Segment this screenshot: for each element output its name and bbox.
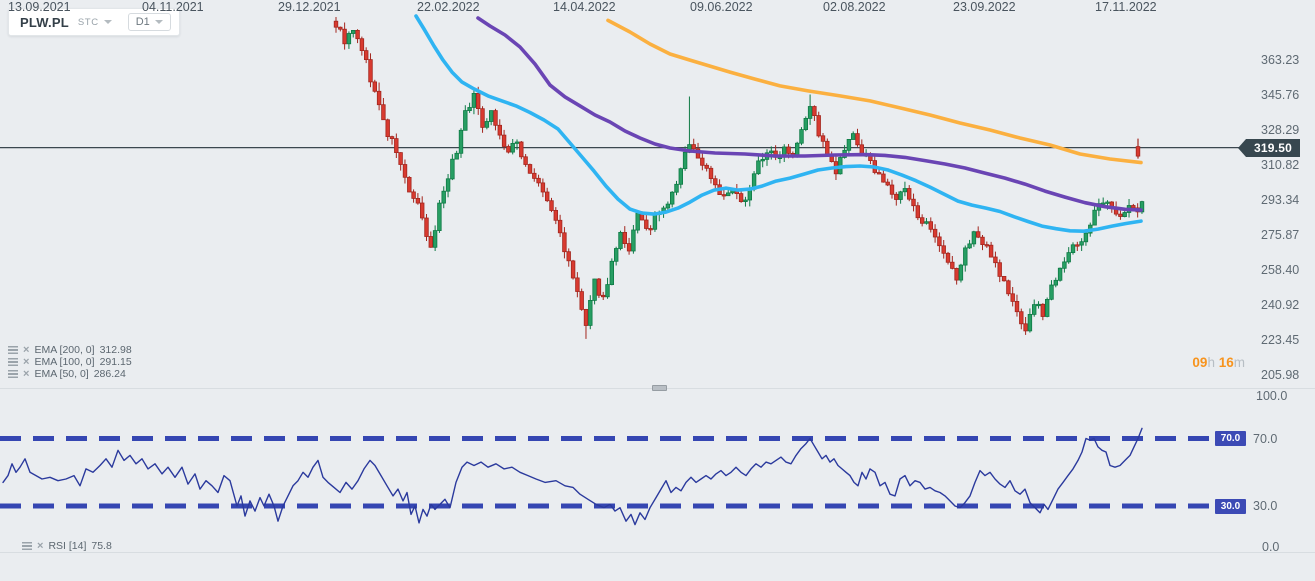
date-axis-label: 14.04.2022	[553, 0, 616, 14]
symbol-type-label[interactable]: STC	[78, 17, 99, 28]
price-axis-label: 205.98	[1261, 368, 1300, 383]
indicator-row-ema50: × EMA [50, 0] 286.24	[8, 368, 132, 380]
price-line-value: 319.50	[1254, 140, 1292, 155]
candle-countdown: 09h 16m	[1100, 355, 1245, 370]
price-chart-canvas[interactable]	[0, 0, 1315, 581]
price-axis-label: 363.23	[1261, 53, 1300, 67]
rsi-line	[2, 427, 1143, 526]
trading-chart-window: PLW.PL STC D1 × EMA [200, 0] 312.98 × EM…	[0, 0, 1315, 581]
countdown-hours: 09	[1192, 355, 1208, 370]
close-icon[interactable]: ×	[37, 541, 43, 552]
price-axis-label: 223.45	[1261, 333, 1300, 348]
date-axis-divider	[0, 552, 1315, 553]
indicator-value: 291.15	[99, 356, 132, 368]
rsi-lower-band-badge: 30.0	[1215, 498, 1246, 514]
symbol-label[interactable]: PLW.PL	[20, 15, 69, 30]
price-axis-label: 328.29	[1261, 122, 1300, 137]
indicator-settings-icon[interactable]	[22, 542, 32, 550]
badge-arrow-icon	[1238, 138, 1246, 157]
indicator-label: EMA [200, 0]	[34, 344, 95, 356]
close-icon[interactable]: ×	[23, 345, 29, 356]
price-axis-label: 310.82	[1261, 157, 1300, 172]
timeframe-label: D1	[135, 16, 150, 28]
ema-200-line	[606, 18, 1143, 165]
panel-resize-handle[interactable]	[652, 385, 667, 391]
rsi-axis-label: 30.0	[1253, 499, 1278, 513]
rsi-upper-band-value: 70.0	[1220, 433, 1241, 444]
date-axis-label: 09.06.2022	[690, 0, 753, 14]
price-axis-label: 240.92	[1261, 298, 1300, 313]
rsi-upper-band-badge: 70.0	[1215, 431, 1246, 446]
indicator-value: 286.24	[93, 368, 126, 380]
indicator-settings-icon[interactable]	[8, 358, 18, 366]
close-icon[interactable]: ×	[23, 369, 29, 380]
ema-50-line	[414, 14, 1143, 233]
rsi-axis-label: 0.0	[1262, 540, 1280, 554]
price-axis-label: 345.76	[1261, 87, 1300, 102]
candlesticks	[333, 17, 1145, 339]
indicator-labels: × EMA [200, 0] 312.98 × EMA [100, 0] 291…	[8, 344, 132, 380]
indicator-row-rsi: × RSI [14] 75.8	[22, 540, 112, 552]
indicator-label: EMA [50, 0]	[34, 368, 89, 380]
indicator-settings-icon[interactable]	[8, 370, 18, 378]
price-axis-label: 258.40	[1261, 263, 1300, 278]
indicator-row-ema200: × EMA [200, 0] 312.98	[8, 344, 132, 356]
indicator-row-ema100: × EMA [100, 0] 291.15	[8, 356, 132, 368]
date-axis-label: 29.12.2021	[278, 0, 341, 14]
date-axis-label: 22.02.2022	[417, 0, 480, 14]
rsi-lower-band-value: 30.0	[1220, 500, 1241, 512]
indicator-value: 75.8	[91, 540, 112, 552]
rsi-axis-label: 70.0	[1253, 432, 1278, 446]
current-price-marker-body	[1135, 146, 1141, 157]
countdown-minutes-suffix: m	[1233, 355, 1245, 370]
price-axis-label: 275.87	[1261, 228, 1300, 243]
timeframe-selector[interactable]: D1	[127, 13, 171, 31]
indicator-label: EMA [100, 0]	[34, 356, 95, 368]
date-axis-label: 13.09.2021	[8, 0, 71, 14]
indicator-value: 312.98	[99, 344, 132, 356]
price-axis-label: 293.34	[1261, 193, 1300, 208]
countdown-hours-suffix: h	[1207, 355, 1215, 370]
date-axis-label: 23.09.2022	[953, 0, 1016, 14]
date-axis-label: 02.08.2022	[823, 0, 886, 14]
price-line-badge: 319.50	[1238, 138, 1300, 157]
indicator-label: RSI [14]	[48, 540, 87, 552]
date-axis-label: 04.11.2021	[142, 0, 204, 14]
rsi-axis-label: 100.0	[1256, 389, 1288, 403]
date-axis-label: 17.11.2022	[1095, 0, 1157, 14]
close-icon[interactable]: ×	[23, 357, 29, 368]
chevron-down-icon[interactable]	[103, 20, 112, 24]
countdown-minutes: 16	[1218, 355, 1234, 370]
indicator-settings-icon[interactable]	[8, 346, 18, 354]
chevron-down-icon	[154, 20, 163, 24]
